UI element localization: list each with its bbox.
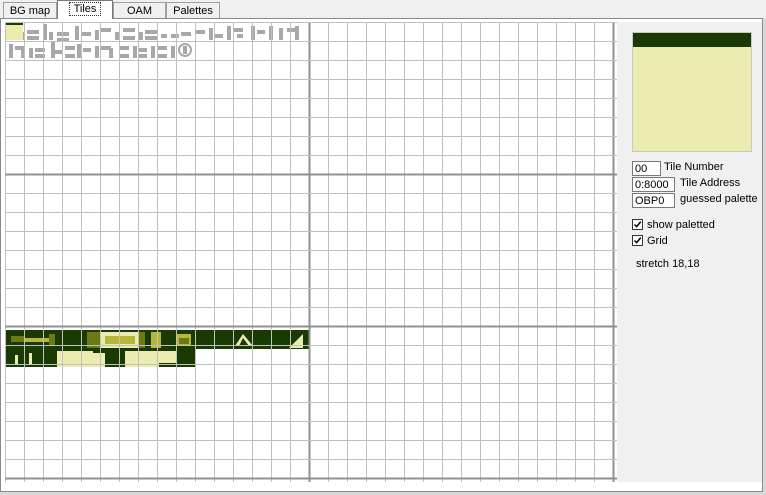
- logo-pixel: [145, 36, 157, 40]
- tab-bg-map[interactable]: BG map: [3, 2, 57, 18]
- logo-pixel: [109, 48, 113, 58]
- show-paletted-checkbox[interactable]: show paletted: [632, 219, 715, 232]
- logo-pixel: [295, 26, 299, 40]
- logo-pixel: [145, 30, 157, 34]
- logo-pixel: [233, 28, 243, 32]
- logo-pixel: [15, 46, 21, 50]
- logo-pixel: [171, 46, 175, 58]
- tile-preview: [632, 32, 752, 152]
- tab-oam-label: OAM: [126, 5, 153, 17]
- logo-pixel: [95, 30, 99, 40]
- tile-preview-dark-color: [633, 33, 751, 47]
- logo-pixel: [171, 34, 179, 38]
- tile-number-label: Tile Number: [664, 161, 724, 173]
- stretch-readout: stretch 18,18: [636, 258, 700, 270]
- logo-pixel: [119, 46, 129, 50]
- logo-pixel: [101, 28, 111, 32]
- logo-pixel: [181, 32, 191, 36]
- logo-pixel: [27, 30, 39, 34]
- tab-oam[interactable]: OAM: [113, 2, 166, 18]
- tile-viewer[interactable]: [5, 22, 617, 482]
- tile-viewer-canvas[interactable]: [5, 22, 617, 482]
- tab-bg-map-label: BG map: [9, 5, 51, 17]
- logo-pixel: [29, 48, 33, 58]
- logo-pixel: [139, 54, 147, 58]
- logo-pixel: [133, 46, 137, 58]
- grid-label: Grid: [647, 235, 668, 247]
- tile-pixel: [179, 338, 189, 344]
- logo-pixel: [237, 34, 243, 38]
- logo-pixel: [77, 44, 81, 58]
- checkmark-icon: [632, 219, 643, 230]
- logo-pixel: [161, 34, 167, 38]
- logo-pixel: [183, 46, 187, 54]
- logo-pixel: [51, 42, 55, 58]
- checkmark-icon: [632, 235, 643, 246]
- tile-pixel: [159, 351, 177, 363]
- tile-pixel: [11, 336, 25, 342]
- logo-pixel: [27, 36, 39, 40]
- tile-pixel: [25, 338, 49, 342]
- logo-pixel: [215, 34, 223, 38]
- tile-preview-light-color: [633, 47, 751, 151]
- logo-pixel: [123, 36, 135, 40]
- tile-pixel: [15, 355, 18, 365]
- tab-tiles-label: Tiles: [68, 2, 102, 16]
- logo-pixel: [55, 50, 63, 54]
- tab-palettes[interactable]: Palettes: [166, 2, 220, 18]
- logo-pixel: [279, 28, 283, 40]
- logo-pixel: [123, 28, 135, 32]
- logo-pixel: [157, 46, 167, 50]
- tab-palettes-label: Palettes: [173, 5, 213, 17]
- tab-bar: BG map Tiles OAM Palettes: [0, 0, 766, 20]
- logo-pixel: [115, 32, 119, 40]
- logo-pixel: [227, 26, 231, 40]
- logo-pixel: [195, 30, 205, 34]
- tile-pixel: [29, 353, 32, 365]
- logo-pixel: [65, 54, 75, 58]
- logo-pixel: [119, 54, 129, 58]
- tile-info-panel: 00 Tile Number 0:8000 Tile Address OBP0 …: [617, 22, 762, 482]
- logo-pixel: [49, 32, 53, 40]
- tile-number-field[interactable]: 00: [632, 161, 661, 176]
- tile-pixel: [49, 334, 55, 346]
- logo-pixel: [65, 46, 75, 50]
- logo-pixel: [139, 32, 143, 40]
- logo-pixel: [209, 28, 213, 40]
- logo-pixel: [139, 48, 147, 52]
- tile-address-field[interactable]: 0:8000: [632, 177, 675, 192]
- palette-label: guessed palette: [680, 193, 758, 205]
- logo-pixel: [257, 30, 265, 34]
- logo-pixel: [83, 48, 91, 52]
- tile-pixel: [63, 351, 91, 357]
- palette-field[interactable]: OBP0: [632, 193, 675, 208]
- logo-pixel: [75, 26, 79, 40]
- logo-pixel: [95, 46, 99, 58]
- show-paletted-label: show paletted: [647, 219, 715, 231]
- tile-address-label: Tile Address: [680, 177, 741, 189]
- logo-pixel: [151, 46, 155, 58]
- logo-pixel: [157, 54, 167, 58]
- logo-pixel: [9, 44, 13, 58]
- grid-checkbox[interactable]: Grid: [632, 235, 668, 248]
- tab-tiles[interactable]: Tiles: [57, 0, 113, 19]
- logo-pixel: [81, 32, 91, 36]
